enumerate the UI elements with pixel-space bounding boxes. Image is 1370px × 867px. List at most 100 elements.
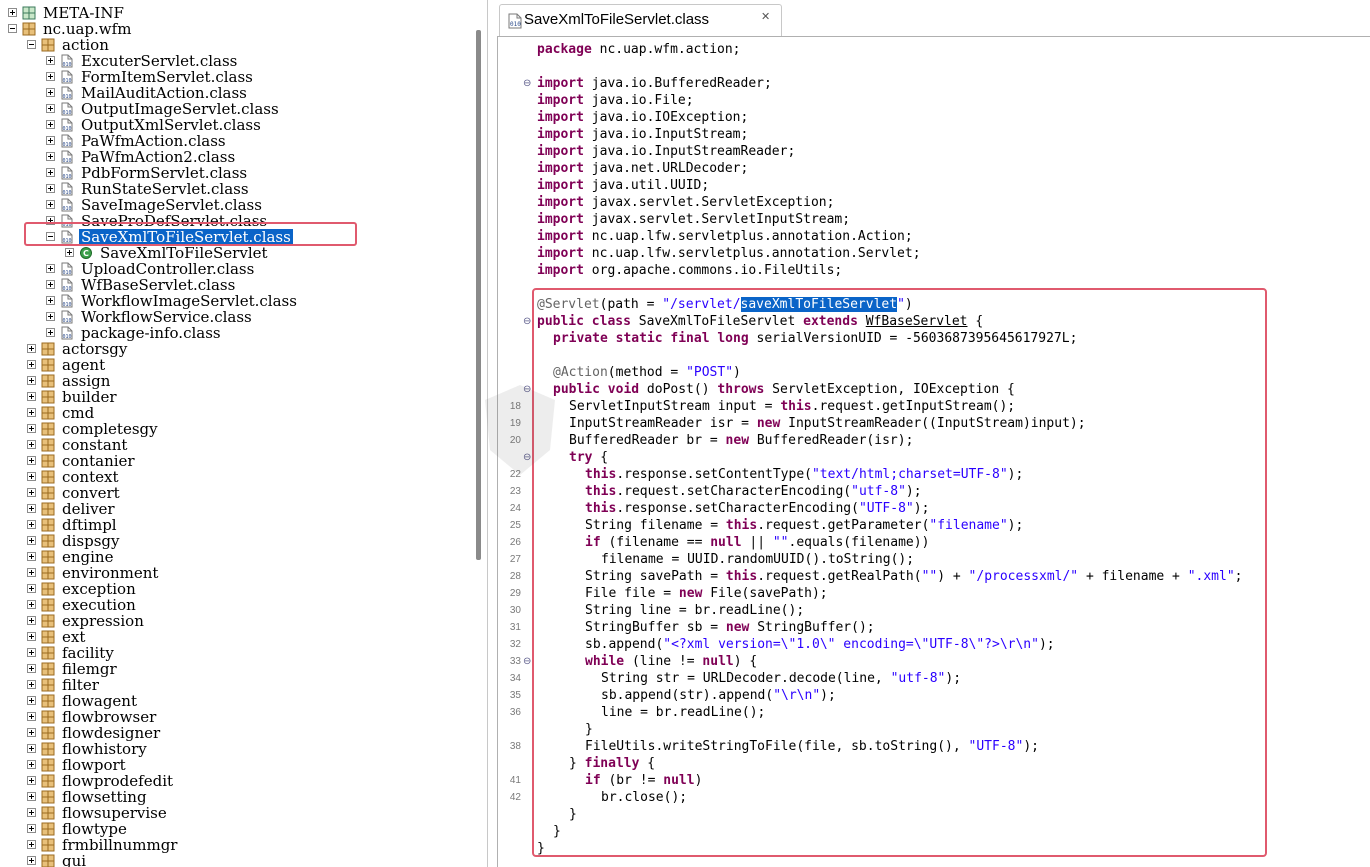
expand-icon[interactable]	[27, 408, 36, 417]
expand-icon[interactable]	[27, 520, 36, 529]
tree-row[interactable]: exception	[0, 581, 470, 597]
expand-icon[interactable]	[65, 248, 74, 257]
tree-row[interactable]: constant	[0, 437, 470, 453]
expand-icon[interactable]	[46, 168, 55, 177]
expand-icon[interactable]	[46, 328, 55, 337]
tree-row[interactable]: expression	[0, 613, 470, 629]
expand-icon[interactable]	[27, 360, 36, 369]
expand-icon[interactable]	[46, 104, 55, 113]
tree-row[interactable]: 010 ExcuterServlet.class	[0, 53, 470, 69]
expand-icon[interactable]	[27, 744, 36, 753]
tree-row[interactable]: action	[0, 37, 470, 53]
tree-row[interactable]: 010 SaveImageServlet.class	[0, 197, 470, 213]
tree-row[interactable]: environment	[0, 565, 470, 581]
tree-row[interactable]: actorsgy	[0, 341, 470, 357]
tree-row[interactable]: flowport	[0, 757, 470, 773]
expand-icon[interactable]	[27, 504, 36, 513]
expand-icon[interactable]	[27, 824, 36, 833]
expand-icon[interactable]	[27, 552, 36, 561]
expand-icon[interactable]	[27, 776, 36, 785]
expand-icon[interactable]	[27, 840, 36, 849]
collapse-icon[interactable]	[8, 24, 17, 33]
tree-row[interactable]: convert	[0, 485, 470, 501]
tree-row[interactable]: 010 MailAuditAction.class	[0, 85, 470, 101]
tree-row[interactable]: context	[0, 469, 470, 485]
tree-row[interactable]: 010 FormItemServlet.class	[0, 69, 470, 85]
editor-tab[interactable]: 010 SaveXmlToFileServlet.class ✕	[499, 4, 782, 36]
tree-row[interactable]: flowhistory	[0, 741, 470, 757]
tree-row[interactable]: 010 WorkflowService.class	[0, 309, 470, 325]
expand-icon[interactable]	[46, 200, 55, 209]
tree-row[interactable]: META-INF	[0, 5, 470, 21]
tree-row[interactable]: 010 PaWfmAction2.class	[0, 149, 470, 165]
tree-row[interactable]: filter	[0, 677, 470, 693]
expand-icon[interactable]	[27, 424, 36, 433]
expand-icon[interactable]	[27, 728, 36, 737]
expand-icon[interactable]	[8, 8, 17, 17]
expand-icon[interactable]	[46, 264, 55, 273]
tree-row[interactable]: nc.uap.wfm	[0, 21, 470, 37]
expand-icon[interactable]	[27, 344, 36, 353]
expand-icon[interactable]	[27, 440, 36, 449]
tree-row[interactable]: frmbillnummgr	[0, 837, 470, 853]
expand-icon[interactable]	[27, 696, 36, 705]
expand-icon[interactable]	[27, 792, 36, 801]
tree-row[interactable]: flowdesigner	[0, 725, 470, 741]
expand-icon[interactable]	[27, 664, 36, 673]
expand-icon[interactable]	[27, 632, 36, 641]
expand-icon[interactable]	[27, 712, 36, 721]
tree-row[interactable]: dispsgy	[0, 533, 470, 549]
expand-icon[interactable]	[27, 680, 36, 689]
tree-row[interactable]: 010 package-info.class	[0, 325, 470, 341]
expand-icon[interactable]	[46, 120, 55, 129]
expand-icon[interactable]	[27, 392, 36, 401]
expand-icon[interactable]	[27, 584, 36, 593]
expand-icon[interactable]	[46, 56, 55, 65]
tree-row[interactable]: engine	[0, 549, 470, 565]
fold-collapse-icon[interactable]: ⊖	[523, 75, 531, 92]
expand-icon[interactable]	[46, 136, 55, 145]
expand-icon[interactable]	[27, 472, 36, 481]
expand-icon[interactable]	[27, 760, 36, 769]
tree-row[interactable]: facility	[0, 645, 470, 661]
expand-icon[interactable]	[27, 376, 36, 385]
tree-row[interactable]: deliver	[0, 501, 470, 517]
tree-row[interactable]: flowprodefedit	[0, 773, 470, 789]
tree-row[interactable]: completesgy	[0, 421, 470, 437]
tree-row[interactable]: 010 WfBaseServlet.class	[0, 277, 470, 293]
collapse-icon[interactable]	[27, 40, 36, 49]
expand-icon[interactable]	[46, 296, 55, 305]
expand-icon[interactable]	[46, 152, 55, 161]
expand-icon[interactable]	[27, 808, 36, 817]
tree-row[interactable]: agent	[0, 357, 470, 373]
tree-row[interactable]: gui	[0, 853, 470, 867]
expand-icon[interactable]	[46, 280, 55, 289]
expand-icon[interactable]	[27, 568, 36, 577]
tree-row[interactable]: 010 RunStateServlet.class	[0, 181, 470, 197]
tree-row[interactable]: flowtype	[0, 821, 470, 837]
expand-icon[interactable]	[27, 616, 36, 625]
tree-row[interactable]: contanier	[0, 453, 470, 469]
expand-icon[interactable]	[46, 72, 55, 81]
tree-row[interactable]: builder	[0, 389, 470, 405]
expand-icon[interactable]	[27, 648, 36, 657]
tree-row[interactable]: flowagent	[0, 693, 470, 709]
tree-row[interactable]: 010 WorkflowImageServlet.class	[0, 293, 470, 309]
tree-row[interactable]: flowbrowser	[0, 709, 470, 725]
tree-row[interactable]: assign	[0, 373, 470, 389]
fold-collapse-icon[interactable]: ⊖	[523, 313, 531, 330]
tree-row[interactable]: flowsupervise	[0, 805, 470, 821]
tree-row[interactable]: ext	[0, 629, 470, 645]
tree-row[interactable]: 010 OutputImageServlet.class	[0, 101, 470, 117]
tree-row[interactable]: cmd	[0, 405, 470, 421]
tree-row[interactable]: 010 OutputXmlServlet.class	[0, 117, 470, 133]
tree-row[interactable]: filemgr	[0, 661, 470, 677]
tree-row[interactable]: dftimpl	[0, 517, 470, 533]
tree-scrollbar[interactable]	[476, 30, 481, 560]
expand-icon[interactable]	[46, 88, 55, 97]
fold-collapse-icon[interactable]: ⊖	[523, 653, 531, 670]
expand-icon[interactable]	[46, 184, 55, 193]
expand-icon[interactable]	[27, 856, 36, 865]
tree-row[interactable]: 010 PaWfmAction.class	[0, 133, 470, 149]
tree-row[interactable]: C SaveXmlToFileServlet	[0, 245, 470, 261]
